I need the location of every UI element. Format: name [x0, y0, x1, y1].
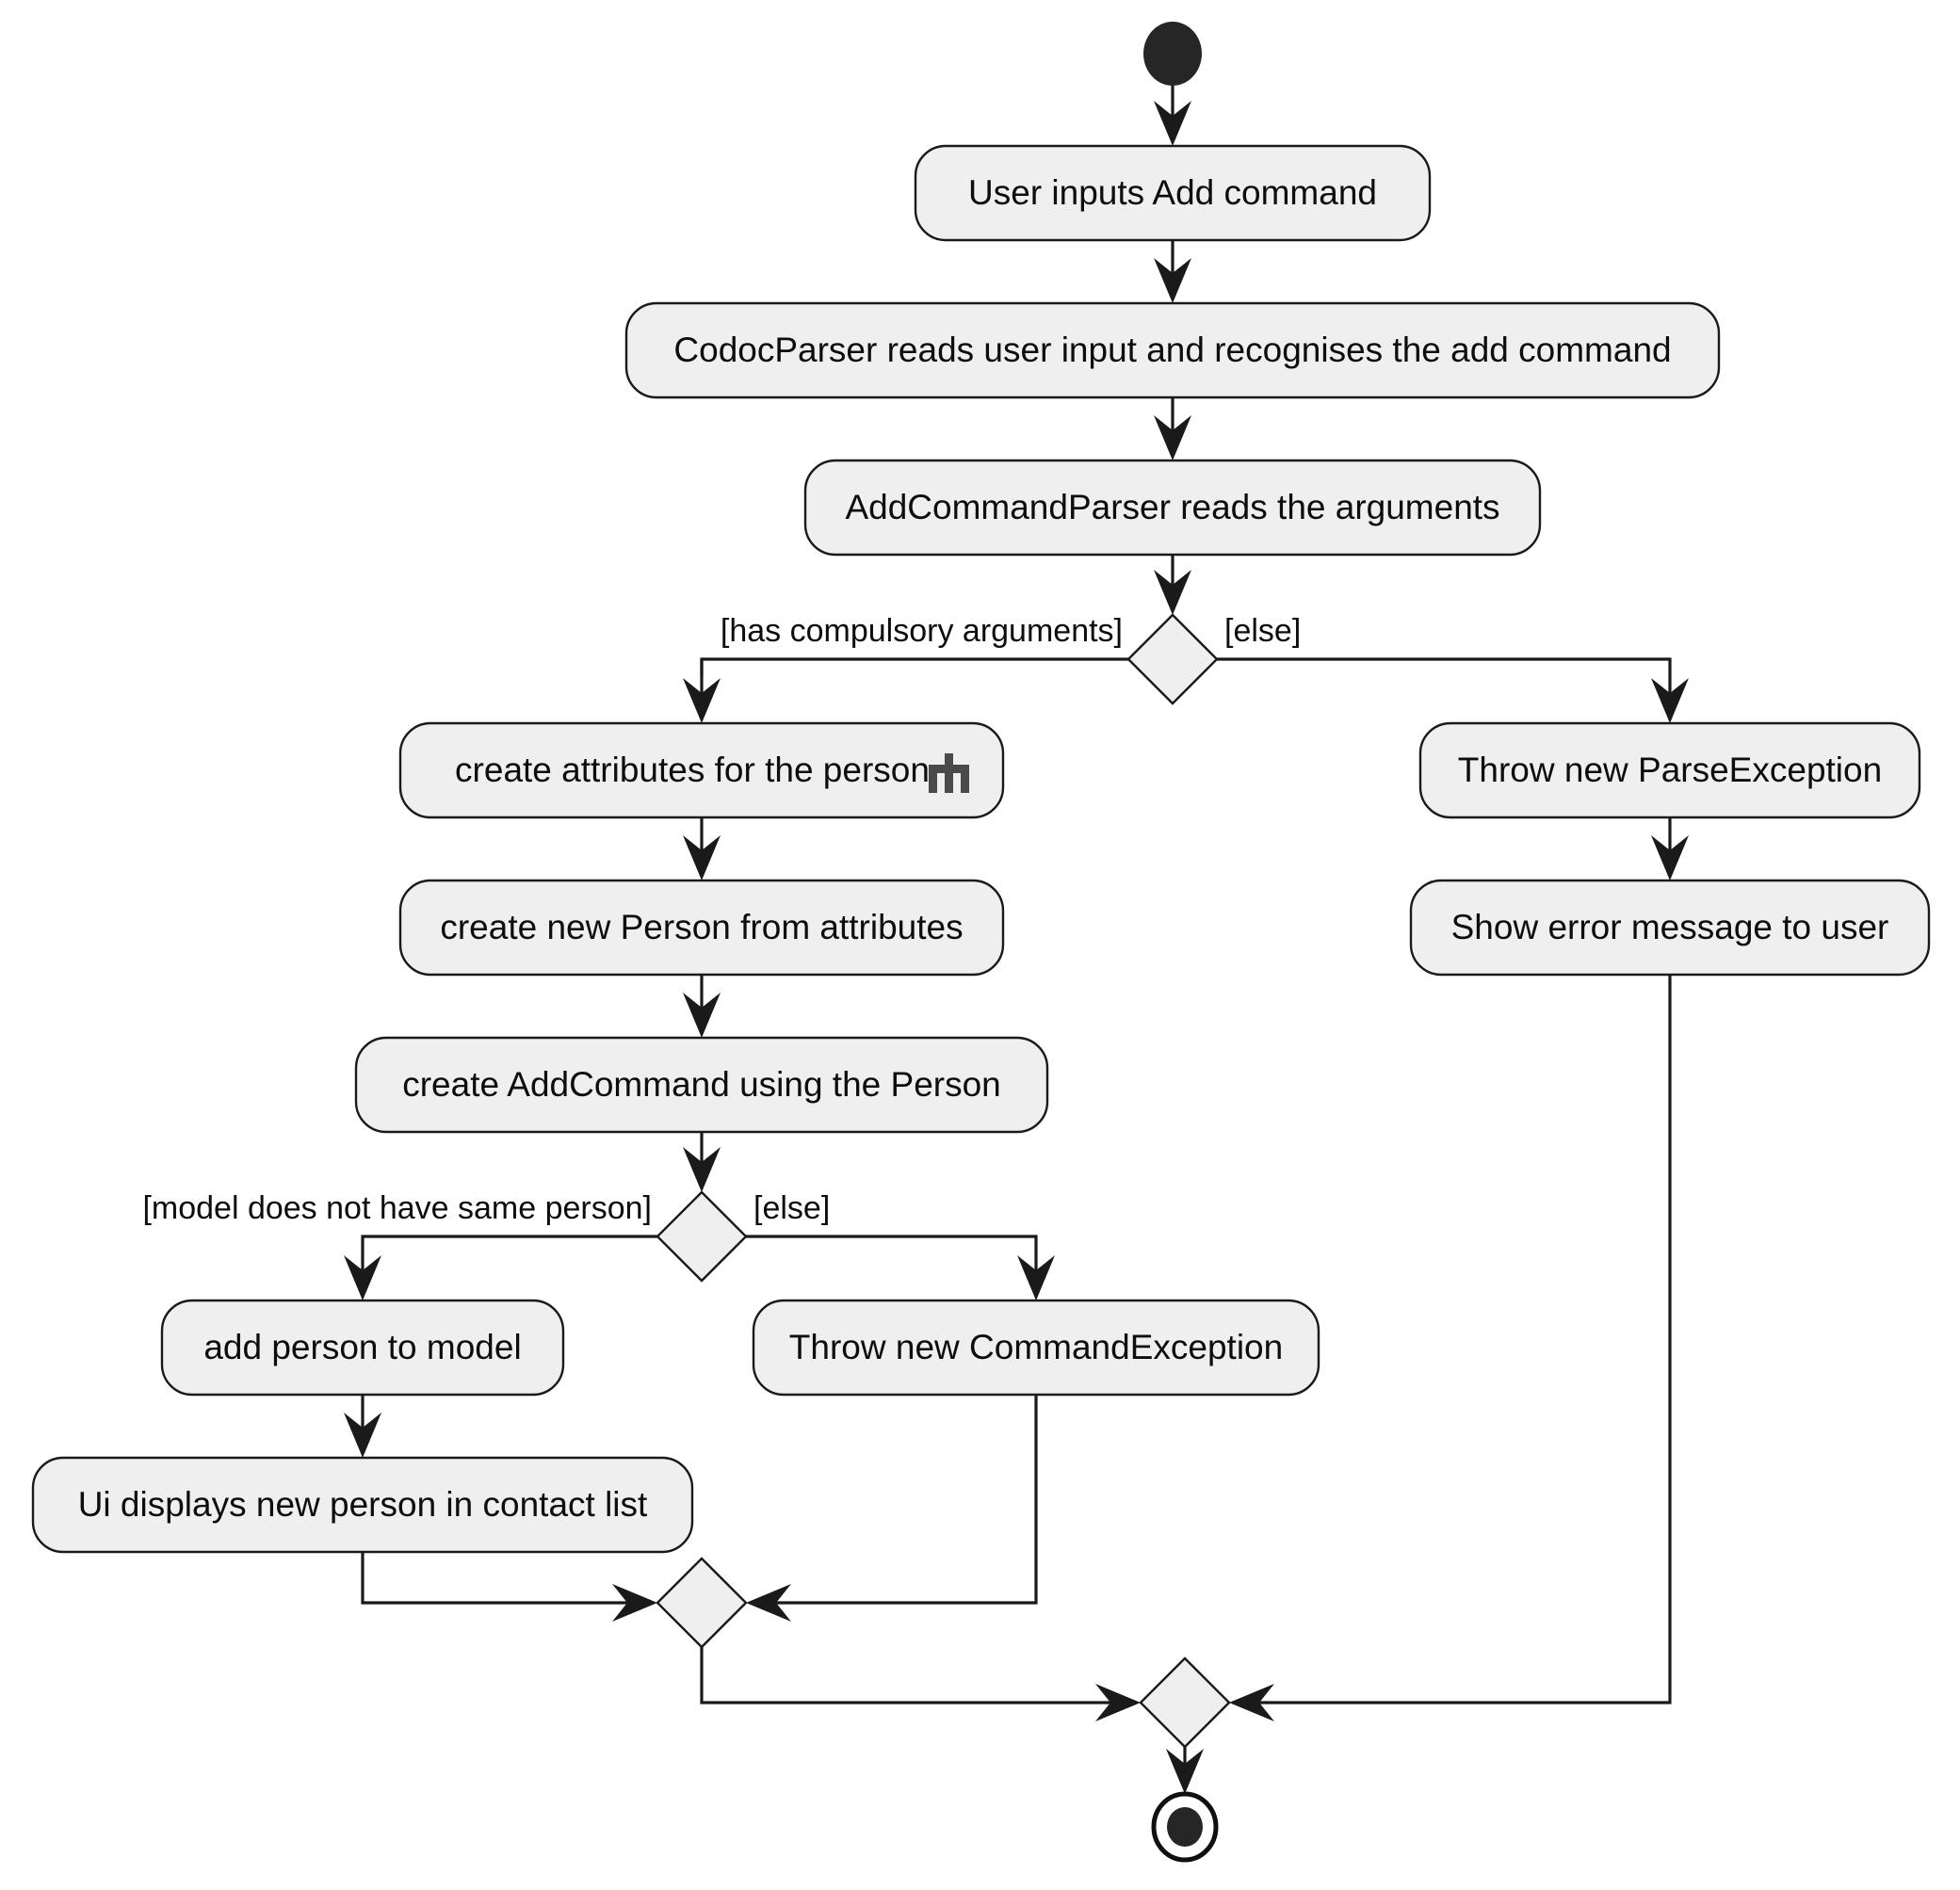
flow-n6-to-d2	[683, 1132, 721, 1192]
flow-m2-to-end	[1166, 1747, 1204, 1794]
flow-m1-to-m2	[700, 1647, 1141, 1721]
decision-node-model-has-same-person	[656, 1190, 748, 1283]
flow-d1-right-to-n10	[1217, 657, 1689, 723]
activity-node-create-new-person: create new Person from attributes	[398, 879, 1005, 977]
activity-label: add person to model	[203, 1328, 521, 1366]
activity-label: create AddCommand using the Person	[402, 1065, 1001, 1104]
merge-node-m2	[1139, 1656, 1231, 1749]
merge-node-m1	[656, 1557, 748, 1649]
start-node	[1143, 22, 1202, 86]
decision-node-has-compulsory-arguments	[1126, 613, 1219, 705]
activity-node-addcommandparser-reads-arguments: AddCommandParser reads the arguments	[803, 459, 1542, 557]
activity-label: CodocParser reads user input and recogni…	[673, 331, 1671, 369]
activity-node-create-attributes: create attributes for the person	[398, 721, 1005, 819]
activity-node-add-person-to-model: add person to model	[160, 1299, 565, 1397]
uml-activity-diagram: User inputs Add command CodocParser read…	[31, 22, 1931, 1863]
flow-n9-to-m1	[746, 1395, 1038, 1622]
activity-diagram-canvas: User inputs Add command CodocParser read…	[0, 0, 1960, 1890]
flow-d2-right-to-n9	[746, 1235, 1055, 1300]
end-node	[1151, 1791, 1219, 1863]
activity-node-throw-new-parseexception: Throw new ParseException	[1418, 721, 1921, 819]
flow-n4-to-n5	[683, 817, 721, 880]
flow-n3-to-d1	[1154, 555, 1191, 615]
activity-node-ui-displays-new-person: Ui displays new person in contact list	[31, 1456, 694, 1554]
activity-label: AddCommandParser reads the arguments	[845, 488, 1499, 526]
activity-label: Show error message to user	[1451, 908, 1889, 946]
flow-n2-to-n3	[1154, 397, 1191, 460]
activity-label: User inputs Add command	[968, 173, 1377, 212]
guard-label-d2-else: [else]	[753, 1190, 830, 1226]
guard-label-has-compulsory-arguments: [has compulsory arguments]	[721, 613, 1123, 649]
flow-d1-left-to-n4	[683, 657, 1128, 723]
flow-n1-to-n2	[1154, 240, 1191, 303]
activity-node-show-error-message: Show error message to user	[1409, 879, 1931, 977]
flow-n10-to-n11	[1651, 817, 1689, 880]
flow-n8-to-m1	[361, 1552, 657, 1622]
activity-node-user-inputs-add-command: User inputs Add command	[914, 144, 1432, 242]
activity-node-codocparser-reads-input: CodocParser reads user input and recogni…	[624, 301, 1721, 399]
activity-node-create-addcommand: create AddCommand using the Person	[354, 1036, 1049, 1134]
flow-start-to-n1	[1154, 86, 1191, 146]
guard-label-d1-else: [else]	[1224, 613, 1301, 649]
flow-n7-to-n8	[344, 1395, 381, 1458]
activity-label: Throw new ParseException	[1458, 751, 1882, 789]
activity-label: Throw new CommandException	[789, 1328, 1283, 1366]
activity-label: create new Person from attributes	[440, 908, 963, 946]
flow-n5-to-n6	[683, 975, 721, 1038]
flow-d2-left-to-n7	[344, 1235, 657, 1300]
guard-label-model-does-not-have-same-person: [model does not have same person]	[142, 1190, 652, 1226]
activity-label: Ui displays new person in contact list	[78, 1485, 648, 1524]
activity-label: create attributes for the person	[455, 751, 930, 789]
activity-node-throw-new-commandexception: Throw new CommandException	[752, 1299, 1320, 1397]
